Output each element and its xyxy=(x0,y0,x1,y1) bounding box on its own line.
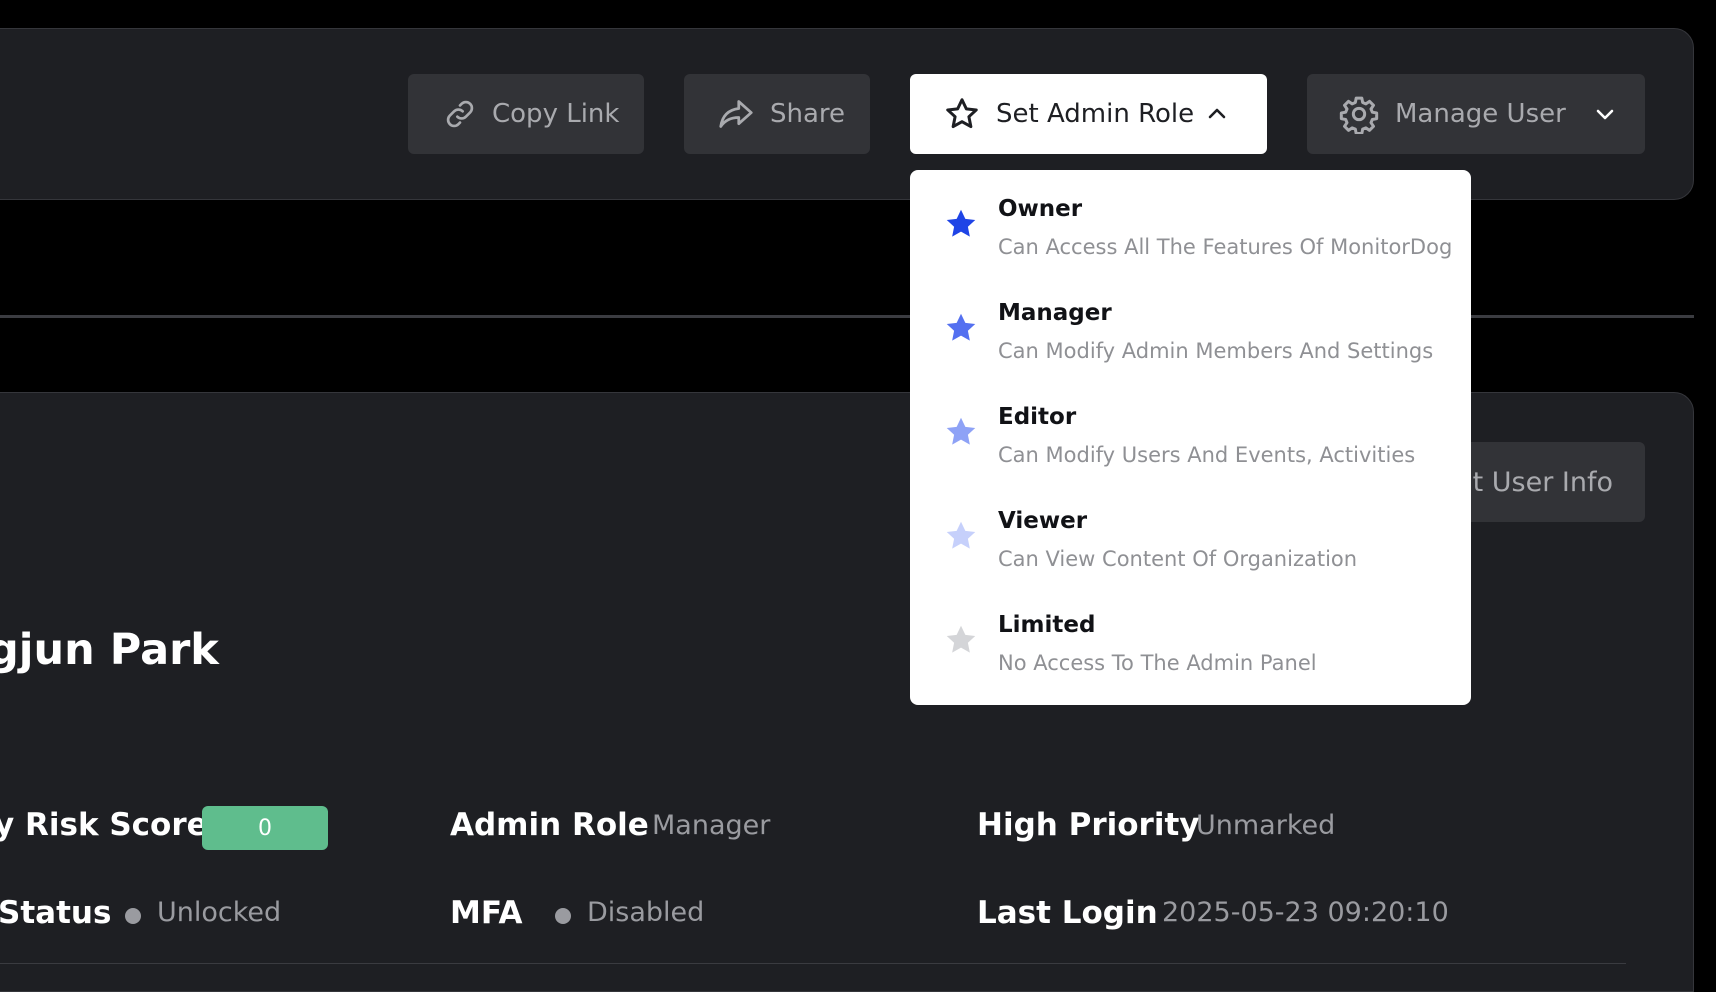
role-title: Viewer xyxy=(998,508,1088,534)
share-label: Share xyxy=(770,99,846,129)
mfa-dot xyxy=(555,908,571,924)
link-icon xyxy=(446,100,474,128)
role-option-manager[interactable]: Manager Can Modify Admin Members And Set… xyxy=(910,274,1471,378)
admin-role-dropdown: Owner Can Access All The Features Of Mon… xyxy=(910,170,1471,705)
role-description: Can Modify Users And Events, Activities xyxy=(998,443,1416,467)
share-button[interactable]: Share xyxy=(684,74,870,154)
last-login-label: Last Login xyxy=(977,895,1158,931)
last-login-value: 2025-05-23 09:20:10 xyxy=(1162,897,1449,928)
role-title: Owner xyxy=(998,196,1083,222)
role-description: Can Access All The Features Of MonitorDo… xyxy=(998,235,1453,259)
star-icon xyxy=(946,417,976,445)
star-icon xyxy=(946,625,976,653)
high-priority-label: High Priority xyxy=(977,807,1200,843)
role-title: Editor xyxy=(998,404,1077,430)
star-icon xyxy=(946,521,976,549)
role-description: Can Modify Admin Members And Settings xyxy=(998,339,1434,363)
set-admin-role-button[interactable]: Set Admin Role xyxy=(910,74,1267,154)
status-label: Status xyxy=(0,895,112,931)
role-title: Limited xyxy=(998,612,1096,638)
role-option-limited[interactable]: Limited No Access To The Admin Panel xyxy=(910,586,1471,690)
risk-score-label: y Risk Score xyxy=(0,807,208,843)
share-arrow-icon xyxy=(719,100,753,128)
role-option-owner[interactable]: Owner Can Access All The Features Of Mon… xyxy=(910,170,1471,274)
set-admin-role-label: Set Admin Role xyxy=(996,99,1195,129)
role-title: Manager xyxy=(998,300,1112,326)
manage-user-button[interactable]: Manage User xyxy=(1307,74,1645,154)
copy-link-button[interactable]: Copy Link xyxy=(408,74,644,154)
star-icon xyxy=(946,209,976,237)
role-option-viewer[interactable]: Viewer Can View Content Of Organization xyxy=(910,482,1471,586)
admin-role-value: Manager xyxy=(652,810,771,841)
chevron-down-icon xyxy=(1596,109,1614,120)
mfa-label: MFA xyxy=(450,895,523,931)
star-icon xyxy=(946,313,976,341)
profile-divider xyxy=(0,963,1626,964)
status-dot xyxy=(125,908,141,924)
risk-score-badge: 0 xyxy=(202,806,328,850)
user-name: gjun Park xyxy=(0,625,219,675)
role-description: Can View Content Of Organization xyxy=(998,547,1358,571)
high-priority-value: Unmarked xyxy=(1196,810,1336,841)
role-option-editor[interactable]: Editor Can Modify Users And Events, Acti… xyxy=(910,378,1471,482)
admin-role-label: Admin Role xyxy=(450,807,649,843)
mfa-value: Disabled xyxy=(587,897,705,928)
status-value: Unlocked xyxy=(157,897,282,928)
gear-icon xyxy=(1339,96,1379,134)
role-description: No Access To The Admin Panel xyxy=(998,651,1317,675)
star-outline-icon xyxy=(946,98,978,129)
manage-user-label: Manage User xyxy=(1395,99,1566,129)
edit-user-info-label: dit User Info xyxy=(1447,466,1613,498)
copy-link-label: Copy Link xyxy=(492,99,620,129)
chevron-up-icon xyxy=(1208,108,1226,119)
